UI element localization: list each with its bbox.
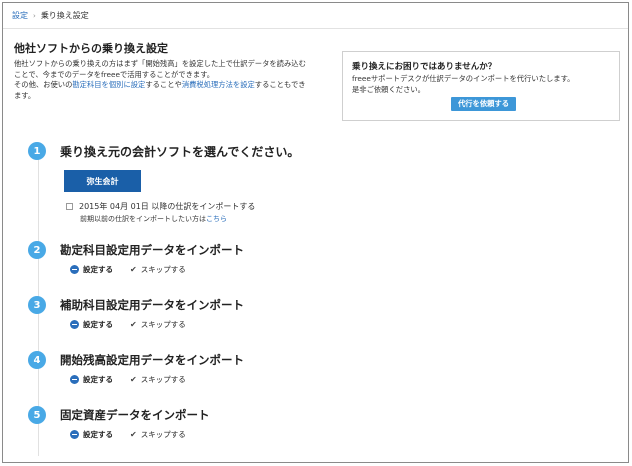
breadcrumb-separator-icon: › [33, 11, 36, 20]
check-icon[interactable]: ✔ [130, 430, 137, 439]
step-4-set-button[interactable]: 設定する [83, 374, 113, 385]
check-icon[interactable]: ✔ [130, 265, 137, 274]
intro-line-4: ます。 [14, 90, 36, 100]
step-1-badge: 1 [28, 142, 46, 160]
start-date-checkbox[interactable] [66, 203, 73, 210]
step-3-set-button[interactable]: 設定する [83, 319, 113, 330]
start-date-label: 2015年 04月 01日 以降の仕訳をインポートする [79, 202, 256, 211]
step-4-skip-label[interactable]: スキップする [141, 374, 186, 385]
breadcrumb: 設定 › 乗り換え設定 [12, 10, 89, 21]
account-items-link[interactable]: 勘定科目を個別に設定 [72, 80, 145, 89]
intro-line-2: ことで、今までのデータをfreeeで活用することができます。 [14, 69, 215, 79]
app-frame: 設定 › 乗り換え設定 他社ソフトからの乗り換え設定 他社ソフトからの乗り換えの… [2, 2, 629, 463]
page-title: 他社ソフトからの乗り換え設定 [14, 42, 168, 55]
intro-mid: することや [145, 80, 182, 89]
tax-settings-link[interactable]: 消費税処理方法を設定 [182, 80, 255, 89]
prior-period-link[interactable]: こちら [206, 215, 227, 223]
breadcrumb-settings-link[interactable]: 設定 [12, 10, 28, 21]
step-3-title: 補助科目設定用データをインポート [60, 298, 244, 312]
step-2-set-button[interactable]: 設定する [83, 264, 113, 275]
step-5-badge: 5 [28, 406, 46, 424]
intro-line-3: その他、お使いの勘定科目を個別に設定することや消費税処理方法を設定することもでき [14, 80, 332, 91]
help-text-line-1: freeeサポートデスクが仕訳データのインポートを代行いたします。 [352, 74, 575, 83]
minus-circle-icon [70, 375, 79, 384]
request-import-button[interactable]: 代行を依頼する [451, 97, 516, 111]
intro-text: 他社ソフトからの乗り換えの方はまず「開始残高」を設定した上で仕訳データを読み込む… [14, 59, 332, 101]
step-3-options: 設定する ✔ スキップする [70, 319, 186, 330]
help-text-line-2: 是非ご依頼ください。 [352, 84, 425, 94]
breadcrumb-current: 乗り換え設定 [40, 11, 89, 20]
step-2-options: 設定する ✔ スキップする [70, 264, 186, 275]
minus-circle-icon [70, 430, 79, 439]
step-4-badge: 4 [28, 351, 46, 369]
step-5-options: 設定する ✔ スキップする [70, 429, 186, 440]
step-5-title: 固定資産データをインポート [60, 408, 210, 422]
prior-period-note: 前期以前の仕訳をインポートしたい方はこちら [80, 214, 227, 224]
help-title: 乗り換えにお困りではありませんか？ [352, 62, 497, 72]
help-box: 乗り換えにお困りではありませんか？ freeeサポートデスクが仕訳データのインポ… [342, 51, 620, 121]
minus-circle-icon [70, 265, 79, 274]
step-4-title: 開始残高設定用データをインポート [60, 353, 244, 367]
check-icon[interactable]: ✔ [130, 375, 137, 384]
step-5-skip-label[interactable]: スキップする [141, 429, 186, 440]
intro-line-1: 他社ソフトからの乗り換えの方はまず「開始残高」を設定した上で仕訳データを読み込む [14, 59, 306, 68]
start-date-row: 2015年 04月 01日 以降の仕訳をインポートする [66, 201, 255, 212]
step-4-options: 設定する ✔ スキップする [70, 374, 186, 385]
step-3-badge: 3 [28, 296, 46, 314]
help-text: freeeサポートデスクが仕訳データのインポートを代行いたします。 是非ご依頼く… [352, 74, 574, 95]
prior-period-note-text: 前期以前の仕訳をインポートしたい方は [80, 215, 206, 223]
step-2-badge: 2 [28, 241, 46, 259]
step-2-skip-label[interactable]: スキップする [141, 264, 186, 275]
step-5-set-button[interactable]: 設定する [83, 429, 113, 440]
intro-prefix: その他、お使いの [14, 80, 73, 89]
breadcrumb-divider [3, 28, 628, 29]
check-icon[interactable]: ✔ [130, 320, 137, 329]
intro-suffix: することもでき [254, 80, 306, 89]
step-2-title: 勘定科目設定用データをインポート [60, 243, 244, 257]
minus-circle-icon [70, 320, 79, 329]
step-1-title: 乗り換え元の会計ソフトを選んでください。 [60, 145, 300, 159]
yayoi-software-button[interactable]: 弥生会計 [64, 170, 141, 192]
step-3-skip-label[interactable]: スキップする [141, 319, 186, 330]
